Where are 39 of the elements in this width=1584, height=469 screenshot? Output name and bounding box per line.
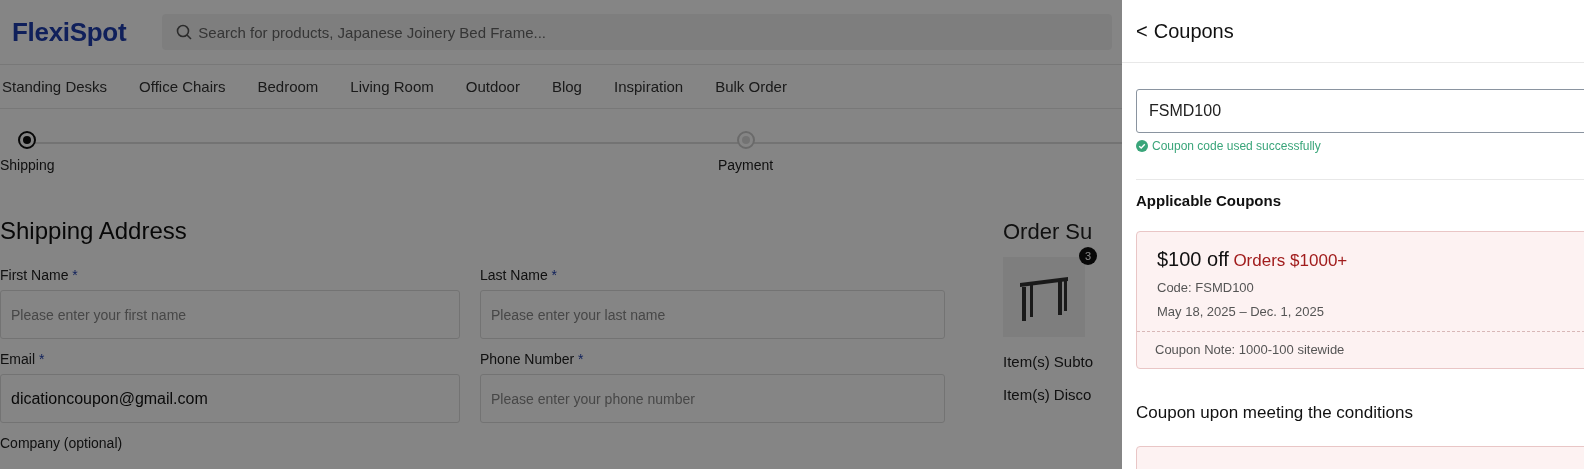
drawer-title: Coupons — [1153, 19, 1234, 43]
field-label: First Name * — [0, 267, 79, 283]
nav-link[interactable]: Bulk Order — [715, 78, 787, 95]
coupon-code: Code: FSMD100 — [1157, 280, 1255, 295]
field-label: Phone Number * — [480, 351, 585, 367]
summary-label: Item(s) Disco — [1003, 386, 1093, 403]
logo[interactable]: FlexiSpot — [12, 16, 127, 48]
field-label: Email * — [0, 351, 46, 367]
field-label: Last Name * — [480, 267, 559, 283]
search-field[interactable]: Search for products, Japanese Joinery Bed Frame... — [162, 14, 1113, 50]
step-label: Shipping — [0, 157, 55, 173]
coupon-condition: Orders $1000+ — [1233, 251, 1348, 270]
input-field[interactable]: Please enter your phone number — [480, 374, 945, 423]
nav-link[interactable]: Inspiration — [613, 78, 684, 95]
check-icon — [1136, 140, 1148, 152]
section-title: Coupon upon meeting the conditions — [1136, 403, 1414, 423]
coupon-dates: May 18, 2025 – Dec. 1, 2025 — [1157, 304, 1325, 319]
field-label: Company (optional) — [0, 435, 124, 451]
input-field[interactable]: dicationcoupon@gmail.com — [0, 374, 460, 423]
coupon-card[interactable]: $100 off Orders $1000+ Code: FSMD100 May 18, 2025 – Dec. 1, 2025 Coupon Note: 1000-100 sitewide — [1136, 231, 1584, 369]
input-field[interactable]: Please enter your first name — [0, 290, 460, 339]
nav-link[interactable]: Office Chairs — [139, 78, 226, 95]
nav-link[interactable]: Bedroom — [257, 78, 319, 95]
success-message: Coupon code used successfully — [1152, 139, 1321, 153]
summary-label: Item(s) Subto — [1003, 353, 1094, 370]
coupon-code-field[interactable]: FSMD100 — [1136, 89, 1584, 133]
back-button[interactable]: < — [1136, 19, 1148, 43]
section-title: Order Su — [1003, 219, 1094, 245]
nav-link[interactable]: Living Room — [350, 78, 434, 95]
section-title: Applicable Coupons — [1136, 192, 1282, 209]
count-badge: 3 — [1079, 247, 1097, 265]
nav-link[interactable]: Blog — [551, 78, 582, 95]
nav-link[interactable]: Outdoor — [465, 78, 520, 95]
nav-link[interactable]: Standing Desks — [2, 78, 108, 95]
coupon-amount: $100 off — [1157, 248, 1229, 270]
section-title: Shipping Address — [0, 217, 188, 245]
coupon-note: Coupon Note: 1000-100 sitewide — [1154, 341, 1346, 359]
input-field[interactable]: Please enter your last name — [480, 290, 945, 339]
step-label: Payment — [718, 157, 774, 173]
